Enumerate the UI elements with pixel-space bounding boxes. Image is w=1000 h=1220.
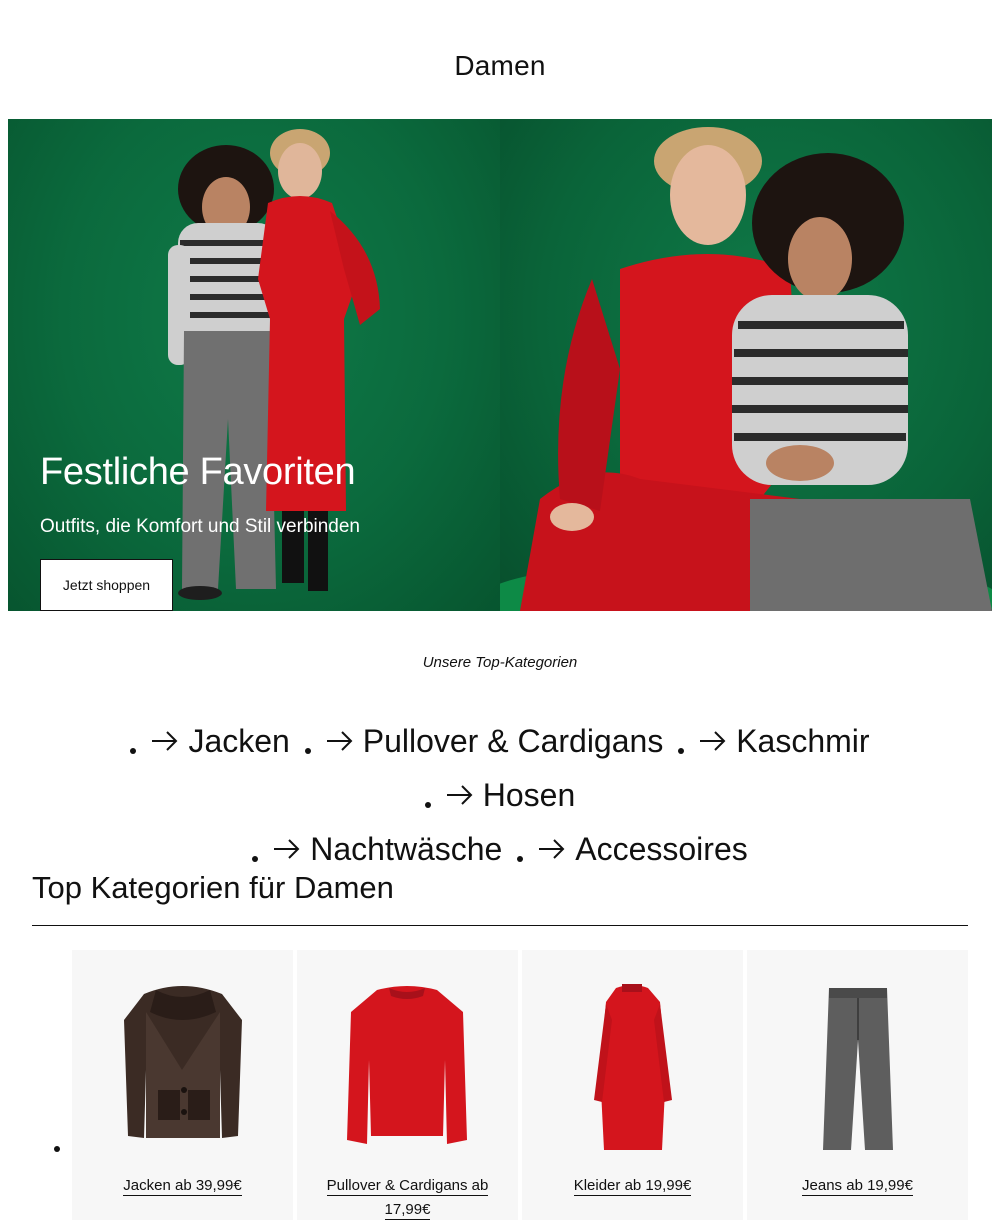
category-link-label: Pullover & Cardigans (362, 723, 664, 759)
category-card-kleider[interactable]: Kleider ab 19,99€ (522, 950, 743, 1220)
arrow-right-icon (446, 785, 473, 805)
top-categories-label: Unsere Top-Kategorien (422, 654, 578, 671)
shop-now-button[interactable]: Jetzt shoppen (40, 559, 173, 611)
category-card-label[interactable]: Pullover & Cardigans ab 17,99€ (326, 1177, 489, 1220)
page-title: Damen (454, 50, 546, 81)
bullet-icon (517, 856, 524, 862)
section-title: Top Kategorien für Damen (32, 870, 394, 905)
section-divider (32, 925, 968, 926)
hero-image-right (500, 119, 992, 611)
arrow-right-icon (152, 731, 178, 751)
bullet-icon (252, 856, 259, 862)
hero-heading: Festliche Favoriten (40, 451, 356, 493)
hero-banner[interactable]: Festliche Favoriten Outfits, die Komfort… (8, 119, 992, 611)
category-link-accessoires[interactable]: Accessoires (517, 826, 748, 872)
bullet-icon (424, 802, 431, 808)
grey-jeans-image (823, 988, 893, 1150)
category-link-nachtwaesche[interactable]: Nachtwäsche (252, 826, 502, 872)
bullet-icon (130, 748, 137, 754)
hero-models-seated-illustration (500, 127, 992, 611)
red-dress-image (594, 984, 672, 1150)
category-link-label: Jacken (188, 723, 290, 759)
top-category-links: Jacken Pullover & Cardigans Kaschmir Hos… (60, 710, 940, 872)
category-card-jacken[interactable]: Jacken ab 39,99€ (72, 950, 293, 1220)
category-link-label: Kaschmir (736, 723, 870, 759)
category-link-label: Hosen (482, 777, 576, 813)
category-card-jeans[interactable]: Jeans ab 19,99€ (747, 950, 968, 1220)
bullet-icon (678, 748, 685, 754)
category-card-list: Jacken ab 39,99€ Pullover & Cardigans ab… (72, 950, 968, 1220)
list-bullet-icon (54, 1146, 60, 1152)
category-card-label[interactable]: Kleider ab 19,99€ (573, 1177, 692, 1196)
arrow-right-icon (539, 839, 565, 859)
category-card-label[interactable]: Jeans ab 19,99€ (802, 1177, 913, 1196)
category-link-label: Accessoires (575, 831, 748, 867)
category-link-pullover-cardigans[interactable]: Pullover & Cardigans (304, 718, 664, 764)
arrow-right-icon (274, 839, 300, 859)
category-link-jacken[interactable]: Jacken (130, 718, 290, 764)
bullet-icon (304, 748, 311, 754)
category-link-kaschmir[interactable]: Kaschmir (678, 718, 870, 764)
arrow-right-icon (700, 731, 726, 751)
brown-jacket-image (124, 986, 242, 1138)
arrow-right-icon (326, 731, 353, 751)
category-card-pullover-cardigans[interactable]: Pullover & Cardigans ab 17,99€ (297, 950, 518, 1220)
category-link-label: Nachtwäsche (310, 831, 503, 867)
hero-subheading: Outfits, die Komfort und Stil verbinden (40, 516, 360, 537)
category-card-label[interactable]: Jacken ab 39,99€ (123, 1177, 242, 1196)
red-sweater-image (347, 986, 467, 1144)
category-link-hosen[interactable]: Hosen (424, 772, 576, 818)
hero-image-left: Festliche Favoriten Outfits, die Komfort… (8, 119, 500, 611)
